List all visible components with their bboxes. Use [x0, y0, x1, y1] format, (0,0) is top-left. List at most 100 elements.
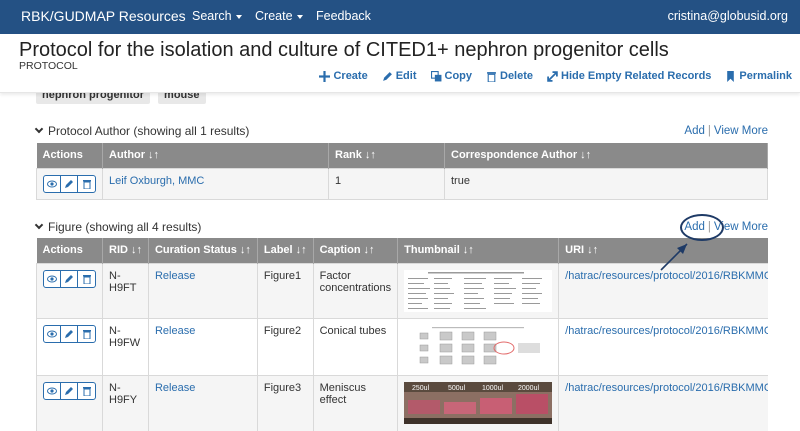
copy-label: Copy [444, 70, 473, 82]
column-header-caption[interactable]: Caption ↓↑ [313, 238, 399, 263]
column-header-author[interactable]: Author ↓↑ [102, 143, 329, 168]
nav-search-menu[interactable]: Search [192, 9, 242, 23]
author-add-link[interactable]: Add [684, 125, 704, 137]
row-actions [36, 167, 103, 200]
thumb-label-250: 250ul [412, 385, 430, 392]
nav-create-label: Create [255, 9, 293, 23]
author-cell: Leif Oxburgh, MMC [102, 167, 329, 200]
edit-row-button[interactable] [61, 270, 78, 287]
sort-icon: ↓↑ [130, 244, 142, 257]
column-header-thumbnail[interactable]: Thumbnail ↓↑ [397, 238, 560, 263]
table-row: N-H9FY Release Figure3 Meniscus effect 2… [36, 374, 768, 431]
column-header-correspondence[interactable]: Correspondence Author ↓↑ [444, 143, 768, 168]
thumbnail-image[interactable] [404, 324, 553, 369]
hide-empty-button[interactable]: Hide Empty Related Records [547, 70, 711, 82]
author-section-title: Protocol Author (showing all 1 results) [48, 124, 250, 138]
view-button[interactable] [44, 382, 61, 399]
delete-row-button[interactable] [78, 176, 95, 192]
view-button[interactable] [44, 270, 61, 287]
row-action-buttons [43, 381, 96, 400]
edit-row-button[interactable] [61, 325, 78, 342]
edit-row-button[interactable] [61, 175, 78, 192]
author-table: Actions Author ↓↑ Rank ↓↑ Correspondence A… [36, 143, 768, 200]
eye-icon [47, 275, 57, 282]
annotation-arrow-icon [660, 243, 688, 271]
copy-icon [430, 70, 441, 81]
delete-row-button[interactable] [78, 326, 95, 342]
nav-create-menu[interactable]: Create [255, 9, 303, 23]
sort-icon: ↓↑ [587, 244, 599, 257]
figure-section-toggle[interactable]: Figure (showing all 4 results) [34, 220, 201, 234]
label-cell: Figure3 [256, 374, 314, 431]
top-navbar: RBK/GUDMAP Resources Search Create Feedb… [0, 0, 800, 34]
caption-cell: Meniscus effect [312, 374, 399, 431]
copy-button[interactable]: Copy [430, 70, 473, 82]
thumbnail-image[interactable]: 250ul 500ul 1000ul 2000ul [404, 381, 553, 424]
column-header-actions: Actions [36, 238, 103, 263]
row-action-buttons [43, 174, 96, 193]
create-label: Create [333, 70, 368, 82]
eye-icon [47, 180, 57, 187]
author-view-more-link[interactable]: View More [714, 125, 768, 137]
column-header-rank[interactable]: Rank ↓↑ [328, 143, 445, 168]
thumb-label-1000: 1000ul [482, 385, 503, 392]
pencil-icon [65, 179, 73, 188]
edit-label: Edit [395, 70, 417, 82]
edit-row-button[interactable] [61, 382, 78, 399]
pencil-icon [382, 71, 392, 81]
sort-icon: ↓↑ [364, 149, 376, 162]
view-button[interactable] [44, 325, 61, 342]
thumb-label-500: 500ul [448, 385, 466, 392]
status-link[interactable]: Release [155, 270, 195, 282]
thumbnail-cell [397, 317, 560, 376]
chevron-down-icon [235, 14, 242, 19]
view-button[interactable] [44, 175, 61, 192]
permalink-button[interactable]: Permalink [725, 70, 792, 82]
sort-icon: ↓↑ [295, 244, 307, 257]
brand-link[interactable]: RBK/GUDMAP Resources [21, 8, 186, 24]
delete-row-button[interactable] [78, 383, 95, 399]
chevron-down-icon [34, 220, 44, 230]
chevron-down-icon [34, 124, 44, 134]
delete-button[interactable]: Delete [486, 70, 533, 82]
create-button[interactable]: Create [319, 70, 368, 82]
eye-icon [47, 330, 57, 337]
uri-link[interactable]: /hatrac/resources/protocol/2016/RBKMMC20… [565, 325, 768, 337]
row-action-buttons [43, 269, 96, 288]
trash-icon [82, 386, 91, 396]
row-action-buttons [43, 324, 96, 343]
sort-icon: ↓↑ [363, 244, 375, 257]
author-link[interactable]: Leif Oxburgh, MMC [109, 175, 204, 187]
column-header-label[interactable]: Label ↓↑ [257, 238, 314, 263]
edit-button[interactable]: Edit [382, 70, 417, 82]
uri-cell: /hatrac/resources/protocol/2016/RBKMMC20… [558, 374, 768, 431]
permalink-label: Permalink [739, 70, 792, 82]
status-cell: Release [147, 317, 258, 376]
delete-row-button[interactable] [78, 271, 95, 287]
status-link[interactable]: Release [155, 325, 195, 337]
eye-icon [47, 387, 57, 394]
trash-icon [82, 179, 91, 189]
thumbnail-image[interactable] [404, 269, 553, 312]
sort-icon: ↓↑ [462, 244, 474, 257]
label-cell: Figure1 [256, 262, 314, 319]
trash-icon [487, 71, 496, 82]
expand-icon [547, 70, 558, 82]
author-section-toggle[interactable]: Protocol Author (showing all 1 results) [34, 124, 250, 138]
page-title: Protocol for the isolation and culture o… [19, 39, 669, 61]
record-header: Protocol for the isolation and culture o… [0, 34, 800, 93]
status-link[interactable]: Release [155, 382, 195, 394]
column-header-curation-status[interactable]: Curation Status ↓↑ [148, 238, 258, 263]
uri-link[interactable]: /hatrac/resources/protocol/2016/RBKMMC20… [565, 382, 768, 394]
rid-cell: N-H9FY [102, 374, 149, 431]
nav-feedback-link[interactable]: Feedback [316, 9, 371, 23]
nav-search-label: Search [192, 9, 232, 23]
column-header-rid[interactable]: RID ↓↑ [102, 238, 149, 263]
column-header-actions: Actions [36, 143, 103, 168]
rid-cell: N-H9FW [102, 317, 149, 376]
delete-label: Delete [500, 70, 534, 82]
pencil-icon [65, 386, 73, 395]
user-menu[interactable]: cristina@globusid.org [668, 9, 788, 23]
caption-cell: Factor concentrations [312, 262, 399, 319]
plus-icon [319, 70, 331, 82]
